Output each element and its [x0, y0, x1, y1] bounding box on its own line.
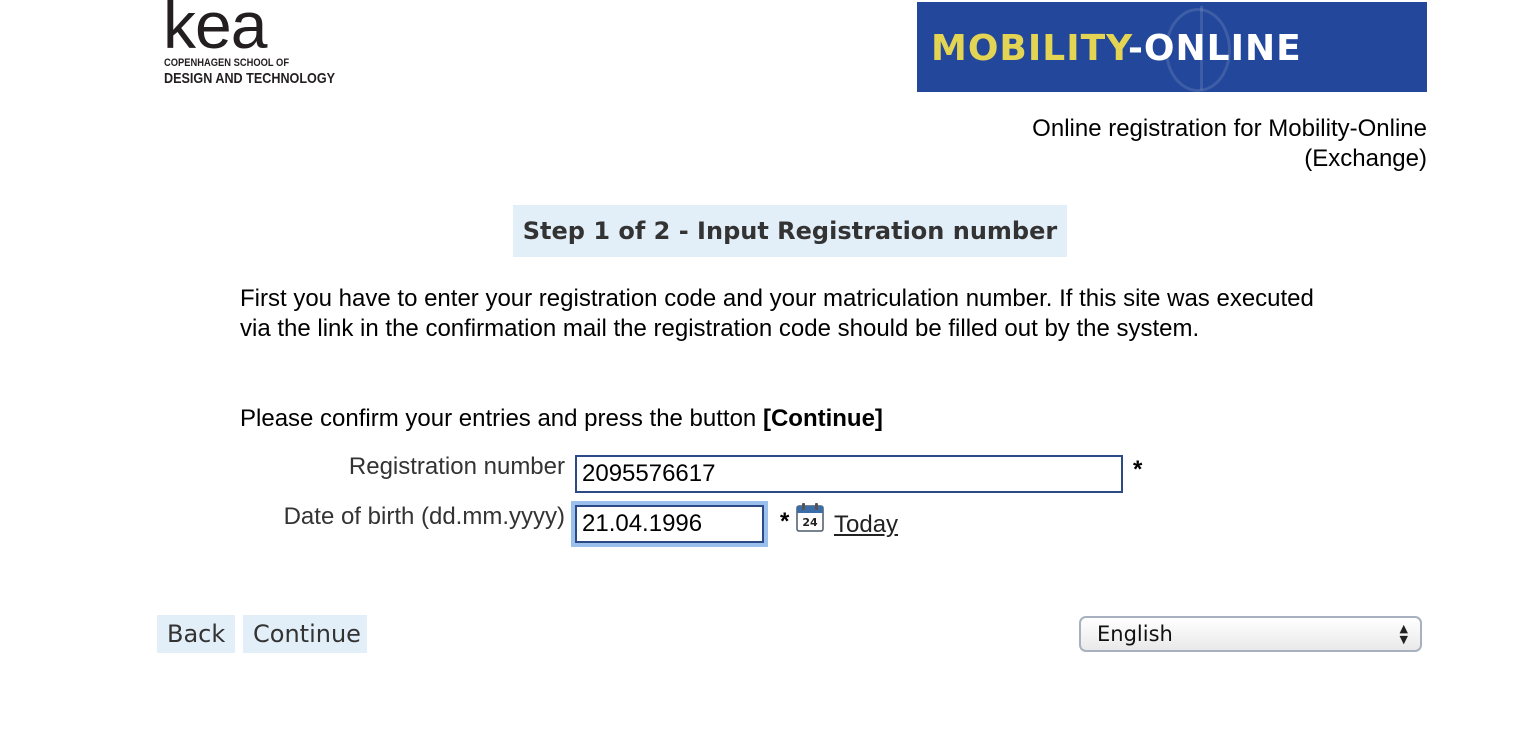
- confirm-text-body: Please confirm your entries and press th…: [240, 405, 763, 432]
- back-button[interactable]: Back: [157, 615, 235, 653]
- page-subtitle: Online registration for Mobility-Online …: [927, 114, 1427, 174]
- confirm-text: Please confirm your entries and press th…: [240, 404, 883, 434]
- calendar-icon-day: 24: [802, 516, 818, 529]
- kea-logo: kea COPENHAGEN SCHOOL OF DESIGN AND TECH…: [163, 0, 353, 92]
- dob-required-mark: *: [780, 508, 790, 535]
- registration-number-label: Registration number: [348, 453, 565, 480]
- select-arrows-icon: ▲ ▼: [1399, 622, 1408, 646]
- language-selected-value: English: [1097, 622, 1173, 646]
- registration-required-mark: *: [1133, 456, 1143, 483]
- calendar-icon[interactable]: 24: [796, 502, 824, 532]
- intro-text: First you have to enter your registratio…: [240, 285, 1314, 342]
- banner-text-separator: -: [1127, 28, 1144, 69]
- page: kea COPENHAGEN SCHOOL OF DESIGN AND TECH…: [0, 0, 1528, 744]
- kea-wordmark: kea: [163, 0, 267, 62]
- subtitle-line1: Online registration for Mobility-Online: [1032, 115, 1427, 142]
- kea-logo-line1: COPENHAGEN SCHOOL OF: [164, 57, 290, 69]
- date-of-birth-input[interactable]: [575, 505, 764, 543]
- step-heading: Step 1 of 2 - Input Registration number: [513, 205, 1067, 257]
- kea-logo-line2: DESIGN AND TECHNOLOGY: [164, 70, 336, 87]
- banner-text: MOBILITY-ONLINE: [931, 27, 1302, 71]
- registration-number-input[interactable]: [575, 455, 1123, 493]
- continue-button[interactable]: Continue: [243, 615, 367, 653]
- today-link[interactable]: Today: [834, 510, 898, 540]
- banner-text-mobility: MOBILITY: [931, 28, 1128, 69]
- banner-text-online: ONLINE: [1143, 28, 1302, 69]
- subtitle-line2: (Exchange): [1304, 145, 1427, 172]
- language-select[interactable]: English ▲ ▼: [1079, 616, 1422, 652]
- date-of-birth-label: Date of birth (dd.mm.yyyy): [283, 503, 565, 530]
- mobility-online-banner: MOBILITY-ONLINE: [917, 2, 1427, 92]
- confirm-button-ref: [Continue]: [762, 405, 883, 432]
